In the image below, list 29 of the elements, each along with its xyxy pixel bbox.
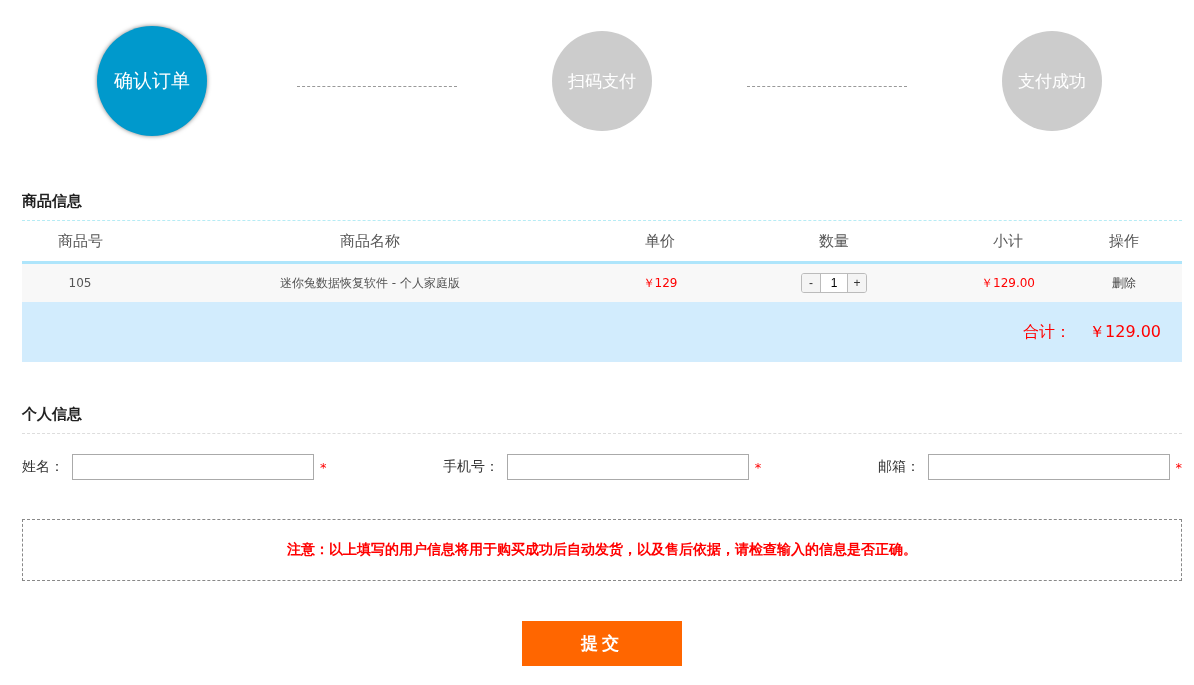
required-mark: * bbox=[754, 459, 762, 475]
column-header: 数量 bbox=[819, 231, 849, 251]
increment-button[interactable]: + bbox=[848, 274, 866, 292]
step-circle: 确认订单 bbox=[97, 26, 207, 136]
table-cell: ￥129.00 bbox=[981, 274, 1035, 292]
table-cell: 迷你兔数据恢复软件 - 个人家庭版 bbox=[280, 274, 460, 292]
column-header: 操作 bbox=[1109, 231, 1139, 251]
column-header: 小计 bbox=[993, 231, 1023, 251]
notice-box: 注意：以上填写的用户信息将用于购买成功后自动发货，以及售后依据，请检查输入的信息是否正确。 bbox=[22, 519, 1182, 581]
input-field[interactable] bbox=[72, 454, 314, 480]
delete-link[interactable]: 删除 bbox=[1112, 274, 1136, 292]
table-cell: ￥129 bbox=[642, 274, 678, 292]
section-title: 商品信息 bbox=[22, 191, 82, 211]
field-label: 邮箱： bbox=[877, 458, 920, 476]
section-title: 个人信息 bbox=[22, 404, 82, 424]
required-mark: * bbox=[320, 459, 327, 475]
field-label: 手机号： bbox=[442, 458, 499, 476]
field-label: 姓名： bbox=[22, 458, 64, 476]
decrement-button[interactable]: - bbox=[802, 274, 820, 292]
input-field[interactable] bbox=[927, 454, 1170, 480]
total-value: ￥129.00 bbox=[1089, 321, 1161, 343]
table-cell: 105 bbox=[68, 276, 92, 290]
quantity-field[interactable]: 1 bbox=[820, 274, 848, 292]
column-header: 商品名称 bbox=[340, 231, 400, 251]
column-header: 商品号 bbox=[57, 231, 103, 251]
required-mark: * bbox=[1175, 459, 1182, 475]
input-field[interactable] bbox=[506, 454, 749, 480]
total-label: 合计： bbox=[1023, 321, 1071, 343]
column-header: 单价 bbox=[645, 231, 675, 251]
